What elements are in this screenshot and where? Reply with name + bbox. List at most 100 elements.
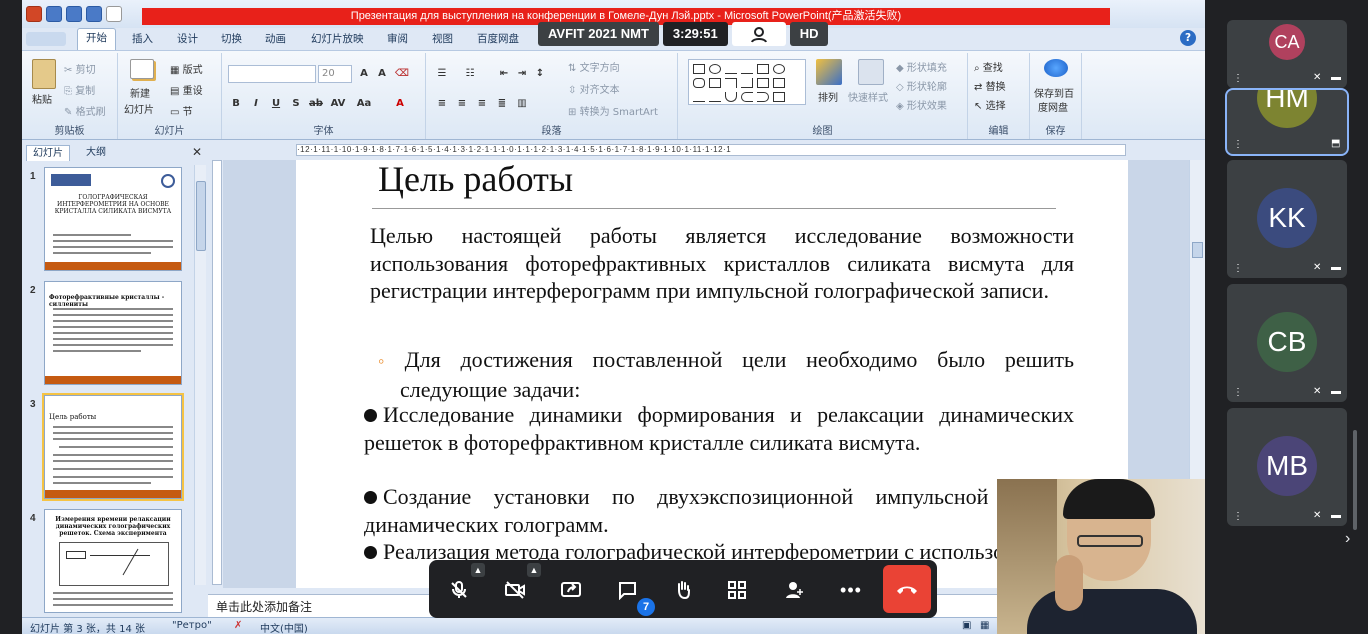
mic-off-icon[interactable] [441,572,477,608]
oval-shape-icon[interactable] [709,64,721,74]
tile-menu-icon[interactable]: ⋮ [1233,264,1243,274]
decrease-indent-icon[interactable]: ⇤ [496,67,512,81]
new-slide-label-2[interactable]: 幻灯片 [124,101,154,116]
smartart-button[interactable]: ⊞ 转换为 SmartArt [568,103,658,118]
more-options-icon[interactable]: ••• [833,572,869,608]
italic-icon[interactable]: I [248,97,264,111]
curve-shape-icon[interactable] [693,92,705,102]
align-left-icon[interactable]: ≡ [434,97,450,111]
bullets-icon[interactable]: ☰ [434,67,450,81]
align-text-button[interactable]: ⇳ 对齐文本 [568,81,620,96]
section-button[interactable]: ▭ 节 [170,103,193,118]
layout-button[interactable]: ▦ 版式 [170,61,203,76]
paste-icon[interactable] [32,59,56,89]
justify-icon[interactable]: ≣ [494,97,510,111]
slide-intro-paragraph[interactable]: Целью настоящей работы является исследов… [370,222,1074,305]
undo-icon[interactable] [66,6,82,22]
help-icon[interactable]: ? [1180,30,1196,46]
find-button[interactable]: ⌕ 查找 [974,59,1003,74]
char-spacing-icon[interactable]: AV [330,97,346,111]
brace-right-icon[interactable] [757,92,769,102]
arrange-label[interactable]: 排列 [818,89,838,104]
font-size-select[interactable]: 20 [318,65,352,83]
clear-format-icon[interactable]: ⌫ [394,67,410,81]
file-button[interactable] [26,32,66,46]
add-participant-icon[interactable] [777,572,813,608]
participant-tile[interactable]: HM ⋮ ⬒ [1225,88,1349,156]
share-screen-icon[interactable] [553,572,589,608]
cut-button[interactable]: ✂ 剪切 [64,61,96,76]
powerpoint-logo-icon[interactable] [26,6,42,22]
camera-options-icon[interactable]: ▲ [527,563,541,577]
tab-baidu[interactable]: 百度网盘 [477,31,519,46]
baidu-cloud-icon[interactable] [1044,59,1068,77]
hd-badge[interactable]: HD [789,22,829,46]
numbering-icon[interactable]: ☷ [462,67,478,81]
save-baidu-label-2[interactable]: 度网盘 [1038,99,1068,114]
participant-tile[interactable]: MB ⋮ ✕ ▬ [1227,408,1347,526]
rect-shape-icon[interactable] [693,64,705,74]
down-arrow-icon[interactable] [773,78,785,88]
normal-view-icon[interactable]: ▣ [962,620,971,631]
tile-menu-icon[interactable]: ⋮ [1233,74,1243,84]
pointer-icon[interactable] [106,6,122,22]
increase-indent-icon[interactable]: ⇥ [514,67,530,81]
end-call-button[interactable] [883,565,931,613]
format-painter-button[interactable]: ✎ 格式刷 [64,103,106,118]
slide-thumb-image[interactable]: ГОЛОГРАФИЧЕСКАЯ ИНТЕРФЕРОМЕТРИЯ НА ОСНОВ… [44,167,182,271]
close-panel-icon[interactable]: ✕ [192,145,202,159]
shape-fill-button[interactable]: ◆ 形状填充 [896,59,947,74]
line-spacing-icon[interactable]: ↕ [532,67,548,81]
mic-options-icon[interactable]: ▲ [471,563,485,577]
shape-effects-button[interactable]: ◈ 形状效果 [896,97,947,112]
participant-tile[interactable]: CB ⋮ ✕ ▬ [1227,284,1347,402]
tab-review[interactable]: 审阅 [387,31,408,46]
elbow-shape-icon[interactable] [725,78,737,88]
slide-scroll-thumb[interactable] [1192,242,1203,258]
strikethrough-icon[interactable]: ab [308,97,324,111]
triangle-shape-icon[interactable] [709,78,721,88]
new-slide-label-1[interactable]: 新建 [130,85,150,100]
change-case-icon[interactable]: Aa [356,97,372,111]
participant-tile[interactable]: KK ⋮ ✕ ▬ [1227,160,1347,278]
tab-slides-panel[interactable]: 幻灯片 [26,145,70,161]
tab-outline-panel[interactable]: 大纲 [80,145,112,161]
block-arrow-icon[interactable] [757,78,769,88]
grow-font-icon[interactable]: A [356,67,372,81]
tab-view[interactable]: 视图 [432,31,453,46]
copy-button[interactable]: ⎘ 复制 [64,82,95,97]
slide-bullet-1[interactable]: Исследование динамики формирования и рел… [364,401,1074,456]
spellcheck-icon[interactable]: ✗ [234,620,242,631]
shadow-icon[interactable]: S [288,97,304,111]
line-shape-icon[interactable] [725,64,737,74]
panel-scrollbar[interactable] [194,165,206,585]
raise-hand-icon[interactable] [665,572,701,608]
tab-home[interactable]: 开始 [77,28,116,50]
text-direction-button[interactable]: ⇅ 文字方向 [568,59,620,74]
slide-bullet-2[interactable]: Создание установки по двухэкспозиционной… [364,483,1074,538]
slide-thumb-image[interactable]: Измерения времени релаксации динамически… [44,509,182,613]
circle-shape-icon[interactable] [773,64,785,74]
tile-menu-icon[interactable]: ⋮ [1233,512,1243,522]
arc-shape-icon[interactable] [725,92,737,102]
slide-subpoint[interactable]: ◦ Для достижения поставленной цели необхо… [378,346,1074,403]
slide-title[interactable]: Цель работы [378,160,573,200]
arrow-shape-icon[interactable] [741,64,753,74]
camera-off-icon[interactable] [497,572,533,608]
bold-icon[interactable]: B [228,97,244,111]
sorter-view-icon[interactable]: ▦ [980,620,989,631]
arrange-icon[interactable] [816,59,842,85]
chevron-right-icon[interactable]: › [1345,530,1350,548]
align-center-icon[interactable]: ≡ [454,97,470,111]
tile-menu-icon[interactable]: ⋮ [1233,388,1243,398]
paste-label[interactable]: 粘贴 [32,91,52,106]
panel-scroll-thumb[interactable] [196,181,206,251]
participant-tile[interactable]: CA ⋮ ✕ ▬ [1227,20,1347,88]
tab-slideshow[interactable]: 幻灯片放映 [311,31,364,46]
square-shape-icon[interactable] [757,64,769,74]
tile-menu-icon[interactable]: ⋮ [1233,140,1243,150]
freeform-icon[interactable] [709,92,721,102]
select-button[interactable]: ↖ 选择 [974,97,1006,112]
brace-left-icon[interactable] [741,92,753,102]
horizontal-ruler[interactable]: ·12·1·11·1·10·1·9·1·8·1·7·1·6·1·5·1·4·1·… [296,144,1126,156]
